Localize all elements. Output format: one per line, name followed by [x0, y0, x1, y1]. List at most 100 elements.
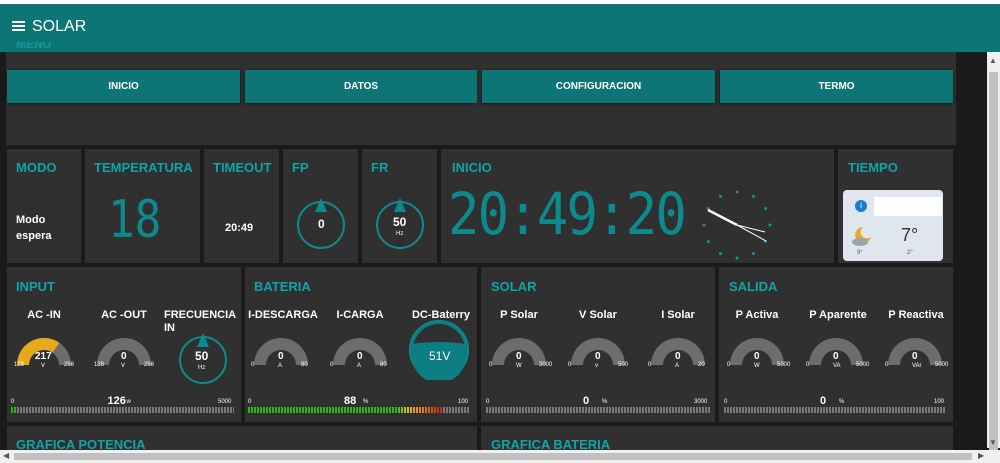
- salida-bar-min: 0: [724, 399, 728, 405]
- fp-title: FP: [292, 160, 309, 175]
- dc-battery-value: 51V: [429, 349, 451, 363]
- salida-bar-unit: %: [839, 399, 845, 405]
- info-icon: i: [855, 200, 867, 212]
- timeout-value: 20:49: [225, 222, 254, 234]
- salida-bar-max: 100: [934, 399, 945, 405]
- p-aparente-gauge-value: 0: [833, 351, 839, 362]
- v-solar-gauge-unit: v: [595, 363, 598, 369]
- horizontal-scroll-thumb[interactable]: [14, 453, 972, 460]
- p-activa-gauge-unit: W: [754, 363, 760, 369]
- ac-in-label: AC -IN: [27, 309, 61, 321]
- temperatura-title: TEMPERATURA: [94, 160, 193, 175]
- app-title: SOLAR: [32, 18, 87, 35]
- solar-bar-min: 0: [486, 399, 490, 405]
- bateria-level-bar-fill: [248, 407, 444, 413]
- v-solar-label: V Solar: [579, 309, 617, 321]
- i-carga-gauge-value: 0: [357, 351, 363, 362]
- i-descarga-label: I-DESCARGA: [248, 309, 318, 321]
- ac-out-gauge-max: 256: [144, 362, 155, 368]
- p-activa-gauge-min: 0: [727, 362, 731, 368]
- bateria-bar-min: 0: [248, 399, 252, 405]
- p-reactiva-gauge-unit: VAr: [912, 363, 922, 369]
- salida-level-bar: [724, 407, 946, 413]
- nav-button-configuracion[interactable]: CONFIGURACION: [482, 70, 715, 103]
- bateria-bar-unit: %: [363, 399, 369, 405]
- p-activa-gauge-max: 5000: [777, 362, 791, 368]
- p-aparente-gauge-max: 5000: [856, 362, 870, 368]
- salida-bar-value: 0: [820, 395, 827, 407]
- moon-cloud-icon: [852, 227, 871, 246]
- nav-button-termo[interactable]: TERMO: [720, 70, 953, 103]
- input-bar-value: 126: [107, 395, 126, 407]
- frecuencia-unit: Hz: [198, 365, 206, 371]
- i-solar-label: I Solar: [661, 309, 695, 321]
- nav-button-datos[interactable]: DATOS: [245, 70, 477, 103]
- ac-in-gauge-unit: V: [41, 363, 46, 369]
- weather-search-field[interactable]: [874, 197, 942, 216]
- p-activa-gauge-value: 0: [754, 351, 760, 362]
- weather-min: 9°: [857, 250, 863, 256]
- modo-value-line1: Modo: [16, 214, 46, 226]
- p-aparente-gauge-unit: VA: [833, 363, 841, 369]
- app-header: [0, 0, 1000, 52]
- solar-title: SOLAR: [491, 279, 537, 294]
- i-solar-gauge-value: 0: [675, 351, 681, 362]
- bateria-bar-value: 88: [344, 395, 357, 407]
- salida-title: SALIDA: [729, 279, 778, 294]
- ac-out-label: AC -OUT: [101, 309, 147, 321]
- weather-max: 2°: [907, 250, 913, 256]
- v-solar-gauge-min: 0: [568, 362, 572, 368]
- i-carga-gauge-min: 0: [330, 362, 334, 368]
- ac-out-gauge-min: 128: [94, 362, 105, 368]
- v-solar-gauge-max: 500: [618, 362, 629, 368]
- p-solar-gauge-value: 0: [516, 351, 522, 362]
- digital-clock: 20:49:20: [448, 180, 687, 248]
- p-reactiva-gauge-max: 5000: [935, 362, 949, 368]
- p-solar-gauge-max: 3000: [539, 362, 553, 368]
- scroll-right-arrow-icon[interactable]: ▶: [978, 451, 984, 460]
- ac-in-gauge-min: 128: [14, 362, 25, 368]
- temperatura-value: 18: [108, 190, 162, 250]
- fp-value: 0: [318, 217, 325, 231]
- scroll-down-arrow-icon[interactable]: ▼: [989, 438, 997, 447]
- nav-button-inicio[interactable]: INICIO: [7, 70, 240, 103]
- fr-unit: Hz: [396, 231, 404, 237]
- p-solar-label: P Solar: [500, 309, 538, 321]
- i-solar-gauge-unit: A: [675, 363, 680, 369]
- p-activa-label: P Activa: [735, 309, 779, 321]
- i-carga-gauge-unit: A: [357, 363, 362, 369]
- input-level-bar-fill: [11, 407, 17, 413]
- i-carga-label: I-CARGA: [336, 309, 384, 321]
- ac-in-gauge-max: 256: [64, 362, 75, 368]
- frecuencia-value: 50: [195, 349, 209, 363]
- scroll-left-arrow-icon[interactable]: ◀: [3, 451, 9, 460]
- ac-in-gauge-value: 217: [35, 351, 52, 362]
- fr-title: FR: [371, 160, 389, 175]
- ac-out-gauge-unit: V: [121, 363, 126, 369]
- menu-group-title: MENU: [16, 42, 52, 51]
- input-bar-unit: w: [126, 399, 131, 405]
- analog-clock: [702, 190, 772, 260]
- bateria-bar-max: 100: [458, 399, 469, 405]
- solar-level-bar: [486, 407, 710, 413]
- inicio-title: INICIO: [452, 160, 492, 175]
- solar-bar-value: 0: [583, 395, 590, 407]
- tiempo-title: TIEMPO: [848, 160, 898, 175]
- p-solar-gauge-min: 0: [489, 362, 493, 368]
- solar-bar-unit: %: [602, 399, 608, 405]
- vertical-scroll-thumb[interactable]: [989, 72, 998, 452]
- weather-temp: 7°: [901, 225, 919, 245]
- modo-title: MODO: [16, 160, 57, 175]
- i-carga-gauge-max: 80: [380, 362, 387, 368]
- p-aparente-label: P Aparente: [809, 309, 867, 321]
- input-title: INPUT: [16, 279, 55, 294]
- i-descarga-gauge-unit: A: [278, 363, 283, 369]
- i-solar-gauge-max: 20: [698, 362, 705, 368]
- i-descarga-gauge-max: 80: [301, 362, 308, 368]
- timeout-title: TIMEOUT: [213, 160, 272, 175]
- scroll-up-arrow-icon[interactable]: ▲: [989, 56, 997, 65]
- input-bar-max: 5000: [218, 399, 232, 405]
- input-level-bar: [11, 407, 234, 413]
- hamburger-menu-icon[interactable]: [12, 21, 25, 32]
- modo-value-line2: espera: [16, 230, 52, 242]
